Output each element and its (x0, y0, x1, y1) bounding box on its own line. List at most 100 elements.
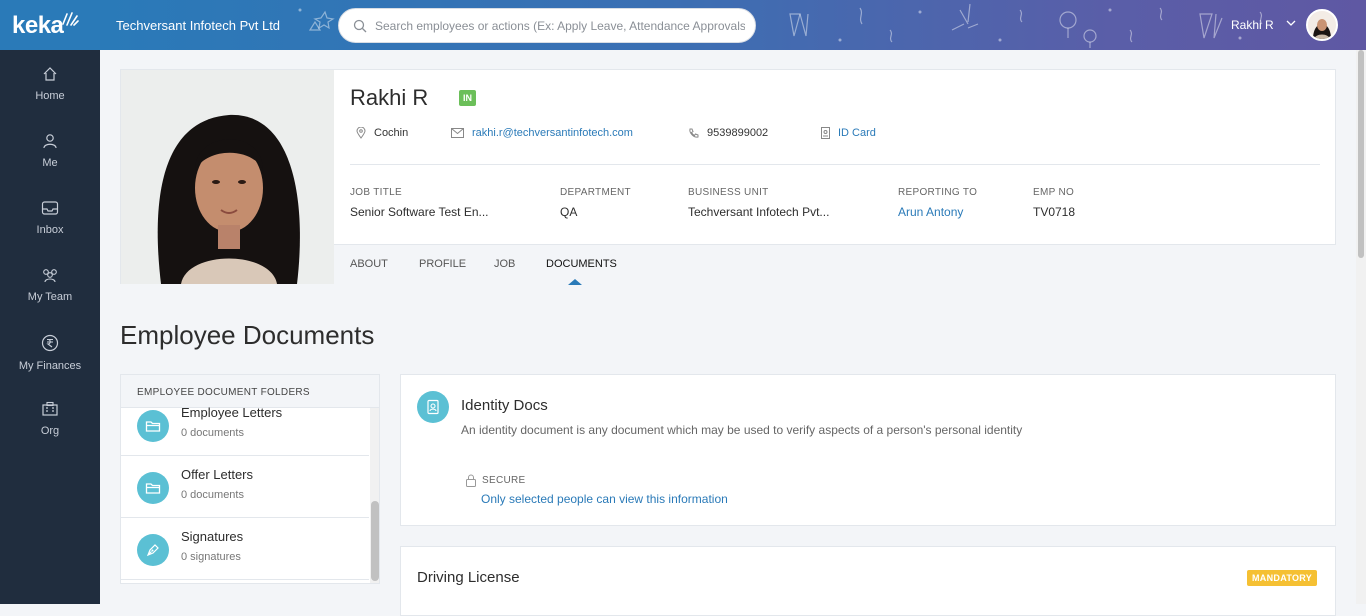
pen-icon (137, 534, 169, 566)
org-icon (42, 401, 58, 416)
job-title-value: Senior Software Test En... (350, 205, 489, 219)
driving-license-card[interactable]: Driving License MANDATORY (400, 546, 1336, 616)
profile-card: Rakhi R IN Cochin rakhi.r@techversantinf… (120, 69, 1336, 285)
business-unit-label: BUSINESS UNIT (688, 187, 769, 198)
mail-icon (451, 128, 464, 138)
id-card-link[interactable]: ID Card (821, 127, 876, 139)
search-input[interactable] (375, 17, 745, 35)
secure-description-link[interactable]: Only selected people can view this infor… (481, 492, 728, 506)
location: Cochin (356, 127, 408, 139)
chevron-down-icon[interactable] (1286, 20, 1296, 26)
divider (350, 164, 1320, 165)
sidebar-item-label: Org (40, 425, 60, 437)
location-pin-icon (356, 127, 366, 139)
tab-about[interactable]: ABOUT (350, 258, 388, 270)
id-badge-icon (417, 391, 449, 423)
rupee-icon (41, 334, 59, 352)
keka-logo[interactable]: keka (0, 0, 100, 50)
employee-name: Rakhi R (350, 85, 429, 110)
folder-item-signatures[interactable]: Signatures 0 signatures (121, 518, 369, 580)
location-text: Cochin (374, 127, 409, 139)
tab-job[interactable]: JOB (494, 258, 515, 270)
emp-no-label: EMP NO (1033, 187, 1075, 198)
profile-tabs: ABOUT PROFILE JOB DOCUMENTS (334, 244, 1336, 285)
tab-documents[interactable]: DOCUMENTS (546, 258, 617, 270)
sidebar-item-label: My Finances (18, 360, 82, 372)
mandatory-badge: MANDATORY (1247, 570, 1318, 586)
scrollbar-thumb[interactable] (1358, 50, 1364, 258)
sidebar-item-home[interactable]: Home (0, 50, 100, 117)
global-search[interactable] (338, 8, 756, 43)
secure-text: SECURE (482, 475, 526, 486)
folder-name: Signatures (181, 529, 244, 544)
identity-docs-card: Identity Docs An identity document is an… (400, 374, 1336, 526)
page-title: Employee Documents (120, 320, 375, 350)
phone: 9539899002 (688, 127, 768, 139)
sidebar-item-label: Me (42, 157, 58, 169)
sidebar: keka Home Me Inbox My Team My Finances O… (0, 0, 100, 604)
job-title-label: JOB TITLE (350, 187, 402, 198)
folder-name: Employee Letters (181, 405, 283, 420)
reporting-to-field: REPORTING TO Arun Antony (898, 187, 977, 219)
sidebar-item-my-team[interactable]: My Team (0, 251, 100, 318)
folder-item-offer-letters[interactable]: Offer Letters 0 documents (121, 456, 369, 518)
active-tab-indicator (568, 279, 582, 285)
profile-photo-image (121, 70, 334, 284)
status-badge: IN (459, 90, 476, 106)
page-scrollbar[interactable] (1356, 50, 1366, 604)
sidebar-item-me[interactable]: Me (0, 117, 100, 184)
inbox-icon (41, 201, 59, 215)
reporting-to-label: REPORTING TO (898, 187, 978, 198)
company-name[interactable]: Techversant Infotech Pvt Ltd (116, 18, 280, 33)
department-label: DEPARTMENT (560, 187, 631, 198)
department-field: DEPARTMENT QA (560, 187, 631, 219)
folder-name: Offer Letters (181, 467, 254, 482)
profile-photo[interactable] (121, 70, 334, 284)
job-title-field: JOB TITLE Senior Software Test En... (350, 187, 489, 219)
folder-icon (137, 410, 169, 442)
email-text[interactable]: rakhi.r@techversantinfotech.com (472, 127, 633, 139)
folder-item-employee-letters[interactable]: Employee Letters 0 documents (121, 394, 369, 456)
folders-scrollbar[interactable] (370, 408, 379, 583)
id-card-icon (821, 127, 830, 139)
home-icon (43, 67, 57, 81)
logo-burst-icon (62, 12, 79, 26)
sidebar-item-org[interactable]: Org (0, 385, 100, 452)
sidebar-item-inbox[interactable]: Inbox (0, 184, 100, 251)
user-menu-name[interactable]: Rakhi R (1231, 18, 1274, 32)
logo-text: keka (12, 12, 64, 39)
secure-label: SECURE (465, 474, 525, 487)
sidebar-item-label: My Team (27, 291, 73, 303)
folder-count: 0 documents (181, 489, 244, 501)
phone-text: 9539899002 (707, 127, 769, 139)
email[interactable]: rakhi.r@techversantinfotech.com (451, 127, 633, 139)
folders-scrollbar-thumb[interactable] (371, 501, 379, 581)
emp-no-value: TV0718 (1033, 205, 1076, 219)
tab-profile[interactable]: PROFILE (419, 258, 466, 270)
lock-icon (466, 474, 476, 487)
reporting-to-value[interactable]: Arun Antony (898, 205, 977, 219)
avatar-image (1308, 11, 1336, 39)
folder-count: 0 signatures (181, 551, 241, 563)
business-unit-value: Techversant Infotech Pvt... (688, 205, 830, 219)
sidebar-item-my-finances[interactable]: My Finances (0, 318, 100, 385)
department-value: QA (560, 205, 578, 219)
search-icon (353, 19, 367, 33)
business-unit-field: BUSINESS UNIT Techversant Infotech Pvt..… (688, 187, 829, 219)
phone-icon (689, 128, 699, 138)
user-icon (43, 134, 57, 149)
folder-count: 0 documents (181, 427, 244, 439)
identity-docs-title: Identity Docs (461, 397, 548, 414)
avatar[interactable] (1306, 9, 1338, 41)
sidebar-item-label: Home (35, 90, 65, 102)
driving-license-title: Driving License (417, 569, 520, 586)
id-card-text[interactable]: ID Card (838, 127, 876, 139)
folder-list: Employee Letters 0 documents Offer Lette… (121, 394, 379, 580)
folder-icon (137, 472, 169, 504)
team-icon (43, 269, 57, 283)
identity-docs-description: An identity document is any document whi… (461, 423, 1023, 437)
document-folders-panel: EMPLOYEE DOCUMENT FOLDERS Employee Lette… (120, 374, 380, 584)
emp-no-field: EMP NO TV0718 (1033, 187, 1075, 219)
top-bar: Techversant Infotech Pvt Ltd Rakhi R (100, 0, 1366, 50)
sidebar-item-label: Inbox (36, 224, 64, 236)
